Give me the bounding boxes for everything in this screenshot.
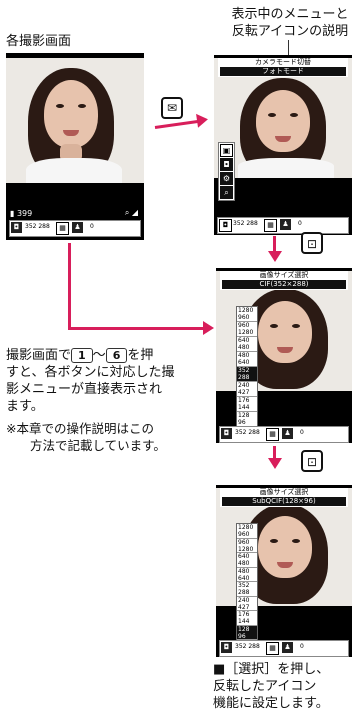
size-text: 352 288 [25,223,50,230]
person-icon: ♟ [280,219,291,230]
size-menu-header-2: 画像サイズ選択 SubQCIF(128×96) [220,488,348,507]
size-menu-selected-2: SubQCIF(128×96) [222,497,346,506]
instruction-line2: すと、各ボタンに対応した撮 [6,365,175,380]
size-item[interactable]: 240 427 [237,597,257,611]
person-icon: ♟ [282,428,293,439]
status-bar-2: ◘ 352 288 ▦ ♟ 0 [217,217,349,234]
size-item[interactable]: 640 480 [237,337,257,352]
each-screen-label: 各撮影画面 [6,34,72,49]
size-item-selected[interactable]: 352 288 [237,367,257,382]
mail-key-icon: ✉ [161,97,183,119]
size-item-selected[interactable]: 128 96 [237,625,257,640]
key-1: 1 [71,348,93,363]
instruction-part: 撮影画面で [6,348,72,363]
quality-icon: ▦ [56,222,69,235]
size-item[interactable]: 1280 960 [237,524,257,539]
menu-caption: 表示中のメニューと 反転アイコンの説明 [226,6,354,40]
battery-icon: ▮ [10,209,15,218]
arrow-head-right-2 [203,321,214,335]
size-menu-title-2: 画像サイズ選択 [259,488,309,496]
camera-icon: ◘ [219,219,232,232]
mode-menu-title: カメラモード切替 [255,58,311,66]
counter-text: 0 [90,223,94,230]
screen-size-menu-subqcif: 画像サイズ選択 SubQCIF(128×96) 1280 960 960 128… [216,485,352,657]
arrow-head-down-2 [268,458,282,469]
size-menu-header: 画像サイズ選択 CIF(352×288) [220,271,348,290]
camera-icon: ◘ [221,642,232,653]
size-item[interactable]: 960 1280 [237,539,257,553]
size-text: 352 288 [235,643,260,650]
note-line1: ※本章での操作説明はこの [6,421,154,436]
size-item[interactable]: 128 96 [237,412,257,427]
quality-icon: ▦ [266,642,279,655]
screen-camera-standard: ▮ 399 ⌕ ◢ ◘ 352 288 ▦ ♟ 0 [6,53,144,240]
size-item[interactable]: 960 1280 [237,322,257,337]
settings-icon[interactable]: ⚙ [220,172,233,185]
photo-mode-icon[interactable]: ◘ [220,158,233,171]
size-list-2: 1280 960 960 1280 640 480 480 640 352 28… [236,523,258,641]
select-caption: ■［選択］を押し、 反転したアイコン 機能に設定します。 [213,661,355,712]
select-caption-line1: ■［選択］を押し、 [213,662,330,677]
key-a-icon: ⊡ [301,232,323,254]
size-text: 352 288 [233,220,258,227]
arrow-head-right [196,112,209,128]
size-menu-selected: CIF(352×288) [222,280,346,289]
video-mode-icon[interactable]: ▣ [220,144,233,157]
arrow-head-down-1 [268,251,282,262]
counter-text: 0 [298,220,302,227]
search-icon[interactable]: ⌕ [220,186,233,199]
instruction-part: を押 [127,348,154,363]
menu-caption-line1: 表示中のメニューと [231,7,349,22]
status-bar-3: ◘ 352 288 ▦ ♟ 0 [219,426,349,443]
instruction-tilde: ～ [92,348,106,363]
remaining-count: ▮ 399 [10,209,32,218]
size-item[interactable]: 640 480 [237,553,257,568]
select-caption-line2: 反転したアイコン [213,679,317,694]
status-bar-4: ◘ 352 288 ▦ ♟ 0 [219,640,349,657]
quality-icon: ▦ [266,428,279,441]
size-item[interactable]: 480 640 [237,568,257,582]
arrow-to-menu [154,119,199,129]
mode-side-menu: ▣ ◘ ⚙ ⌕ [218,142,235,201]
arrow-down-1 [273,236,276,251]
zoom-icon: ⌕ ◢ [124,208,138,217]
quality-icon: ▦ [264,219,277,232]
note-line2: 方法で記載しています。 [30,438,166,453]
camera-preview [6,58,144,183]
note-text: ※本章での操作説明はこの 方法で記載しています。 [6,420,206,454]
mode-menu-header: カメラモード切替 フォトモード [218,58,348,77]
camera-icon: ◘ [11,222,22,233]
counter-text: 0 [300,643,304,650]
size-item[interactable]: 176 144 [237,611,257,626]
instruction-line4: ます。 [6,399,44,414]
instruction-text: 撮影画面で 1 ～ 6 を押 すと、各ボタンに対応した撮 影メニューが直接表示され ます… [6,347,204,415]
screen-size-menu-cif: 画像サイズ選択 CIF(352×288) 1280 960 960 1280 6… [216,268,352,443]
status-bar: ◘ 352 288 ▦ ♟ 0 [9,220,141,237]
key-b-icon: ⊡ [301,450,323,472]
mode-menu-selected: フォトモード [220,67,346,76]
arrow-long-vertical [68,243,71,329]
size-text: 352 288 [235,429,260,436]
size-item[interactable]: 352 288 [237,582,257,597]
select-caption-line3: 機能に設定します。 [213,696,329,711]
size-item[interactable]: 480 640 [237,352,257,367]
remaining-count-value: 399 [16,209,33,218]
size-item[interactable]: 176 144 [237,397,257,412]
counter-text: 0 [300,429,304,436]
person-icon: ♟ [282,642,293,653]
size-menu-title: 画像サイズ選択 [259,271,309,279]
person-icon: ♟ [72,222,83,233]
size-list: 1280 960 960 1280 640 480 480 640 352 28… [236,306,258,428]
menu-caption-line2: 反転アイコンの説明 [231,24,349,39]
screen-mode-menu: カメラモード切替 フォトモード ▣ ◘ ⚙ ⌕ ◘ 352 288 ▦ ♟ 0 [214,55,352,235]
key-6: 6 [105,348,128,363]
size-item[interactable]: 1280 960 [237,307,257,322]
size-item[interactable]: 240 427 [237,382,257,397]
arrow-long-horizontal [68,327,205,330]
instruction-line3: 影メニューが直接表示され [6,382,163,397]
camera-icon: ◘ [221,428,232,439]
